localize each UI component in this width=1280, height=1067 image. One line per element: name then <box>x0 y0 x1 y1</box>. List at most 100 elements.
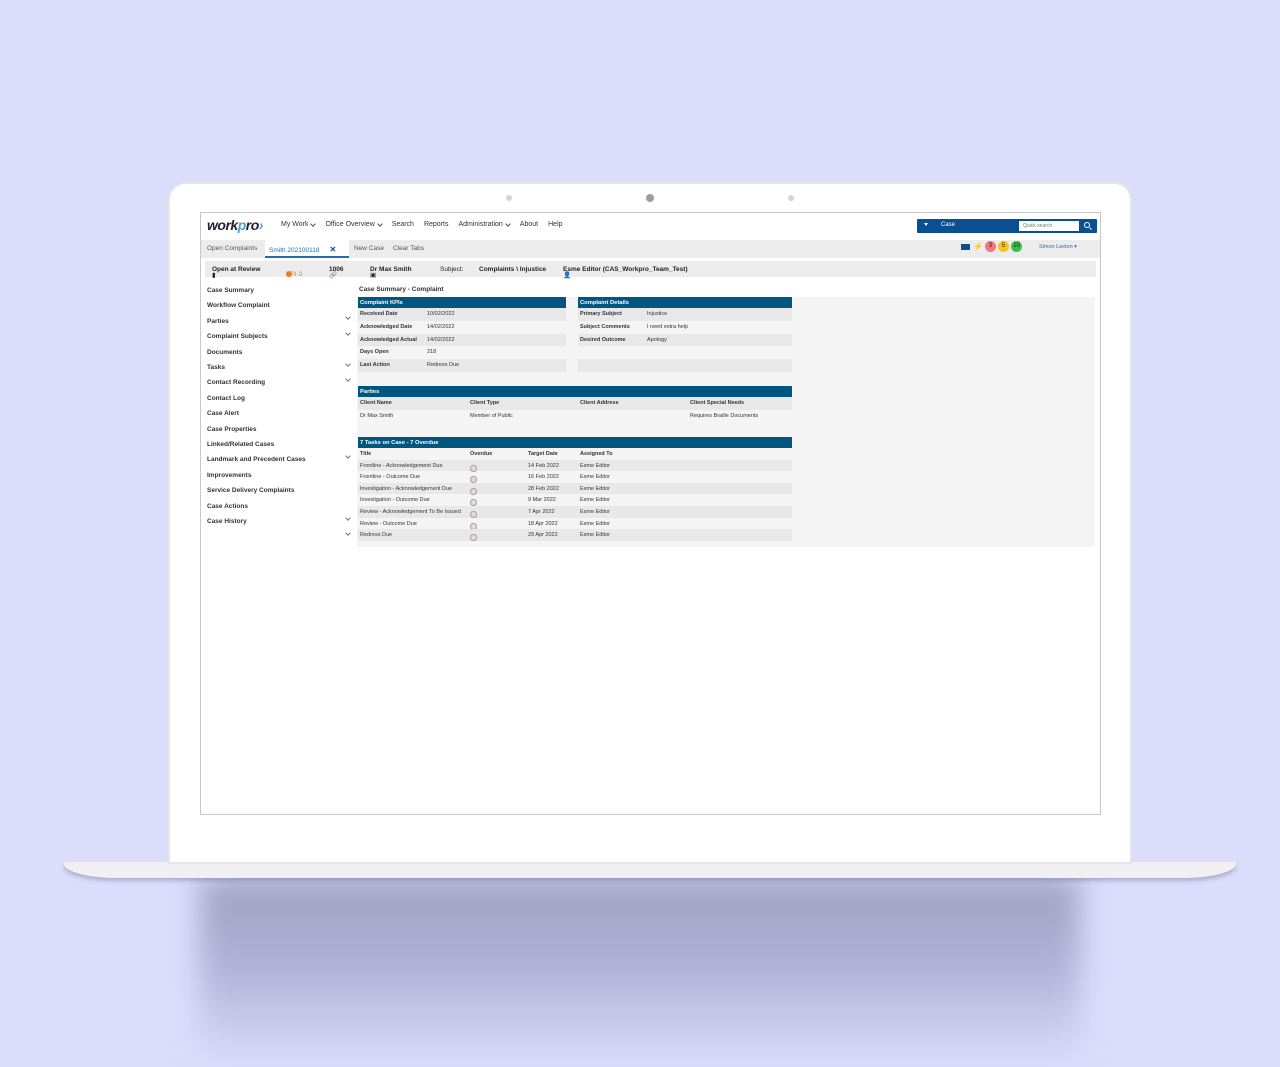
panel-heading: Complaint KPIs <box>358 297 566 308</box>
clipboard-icon: ▮ <box>212 271 216 279</box>
sensor-dot <box>788 195 794 201</box>
close-icon[interactable]: ✕ <box>329 245 336 254</box>
table-row[interactable]: Review - Acknowledgement To Be Issued7 A… <box>358 506 792 518</box>
column-header: Overdue <box>470 451 492 457</box>
sidebar-item[interactable]: Service Delivery Complaints <box>207 487 352 499</box>
table-header: Client NameClient TypeClient AddressClie… <box>358 397 792 410</box>
main-menu: My Work Office Overview Search Reports Admin… <box>281 221 563 228</box>
tab-smith-case[interactable]: Smith 202100118✕ <box>265 240 349 258</box>
sidebar-item[interactable]: Workflow Complaint <box>207 302 352 314</box>
search-icon[interactable] <box>1084 222 1090 228</box>
sidebar-item[interactable]: Contact Recording <box>207 379 352 391</box>
sidebar-item[interactable]: Contact Log <box>207 395 352 407</box>
nav-label: Administration <box>458 221 502 228</box>
table-row[interactable]: Dr Max SmithMember of PublicRequires Bra… <box>358 410 792 423</box>
column-header: Target Date <box>528 451 558 457</box>
laptop-shadow <box>200 878 1080 1067</box>
panel-heading: Complaint Details <box>578 297 792 308</box>
column-header: Client Address <box>580 400 619 406</box>
sidebar-item-label: Landmark and Precedent Cases <box>207 456 306 463</box>
panel-heading: 7 Tasks on Case - 7 Overdue <box>358 437 792 448</box>
nav-item[interactable]: Administration <box>458 221 509 228</box>
sidebar-item[interactable]: Improvements <box>207 472 352 484</box>
table-row[interactable]: Investigation - Acknowledgement Due28 Fe… <box>358 483 792 495</box>
field-label: Subject Comments <box>580 324 630 330</box>
table-row[interactable]: Review - Outcome Due18 Apr 2022Esme Edit… <box>358 518 792 530</box>
count-badge[interactable]: 3 <box>985 241 996 252</box>
table-row[interactable]: Frontline - Acknowledgement Due14 Feb 20… <box>358 460 792 472</box>
target-date: 16 Feb 2022 <box>528 474 559 480</box>
field-value: Redress Due <box>427 362 459 368</box>
assigned-to: Esme Editor <box>580 509 610 515</box>
nav-item[interactable]: About <box>520 221 538 228</box>
list-item: Primary SubjectInjustice <box>578 308 792 321</box>
sidebar-item[interactable]: Parties <box>207 318 352 330</box>
field-value: I need extra help <box>647 324 688 330</box>
envelope-icon[interactable] <box>961 244 970 250</box>
sidebar-item[interactable]: Tasks <box>207 364 352 376</box>
assigned-to: Esme Editor <box>580 497 610 503</box>
sidebar-item[interactable]: Case Properties <box>207 426 352 438</box>
sidebar-item-label: Service Delivery Complaints <box>207 487 294 494</box>
panel-heading: Parties <box>358 386 792 397</box>
field-label: Acknowledged Actual <box>360 337 417 343</box>
nav-item[interactable]: My Work <box>281 221 315 228</box>
nav-label: Office Overview <box>325 221 374 228</box>
tab-open-complaints[interactable]: Open Complaints <box>203 240 261 258</box>
sidebar-item-label: Linked/Related Cases <box>207 441 274 448</box>
sidebar-item[interactable]: Documents <box>207 349 352 361</box>
quick-search: Case <box>917 219 1097 233</box>
table-row[interactable]: Redress Due29 Apr 2022Esme Editor <box>358 529 792 541</box>
sidebar-item-label: Case Properties <box>207 426 257 433</box>
lightning-icon[interactable]: ⚡ <box>973 242 983 251</box>
field-value: 10/02/2022 <box>427 311 455 317</box>
page-title: Case Summary - Complaint <box>359 286 444 293</box>
field-label: Primary Subject <box>580 311 622 317</box>
table-row[interactable]: Frontline - Outcome Due16 Feb 2022Esme E… <box>358 471 792 483</box>
nav-item[interactable]: Reports <box>424 221 449 228</box>
sidebar-item[interactable]: Case Actions <box>207 503 352 515</box>
camera <box>646 194 654 202</box>
table-row[interactable]: Investigation - Outcome Due9 Mar 2022Esm… <box>358 494 792 506</box>
nav-item[interactable]: Help <box>548 221 562 228</box>
sidebar-item-label: Documents <box>207 349 242 356</box>
quick-search-input[interactable] <box>1019 221 1079 231</box>
sidebar-item[interactable]: Case Alert <box>207 410 352 422</box>
sidebar-item-label: Improvements <box>207 472 251 479</box>
list-item: Subject Comments I need extra help <box>578 321 792 334</box>
sidebar-item[interactable]: Complaint Subjects <box>207 333 352 345</box>
nav-item[interactable]: Office Overview <box>325 221 381 228</box>
target-date: 18 Apr 2022 <box>528 521 558 527</box>
scope-dropdown-icon[interactable] <box>924 223 928 226</box>
nav-item[interactable]: Search <box>392 221 414 228</box>
tab-clear-tabs[interactable]: Clear Tabs <box>389 240 428 258</box>
workpro-logo[interactable]: workpro› <box>207 217 263 233</box>
target-date: 28 Feb 2022 <box>528 486 559 492</box>
case-id: 🔗 1006 <box>329 266 343 273</box>
column-header: Title <box>360 451 371 457</box>
column-header: Client Name <box>360 400 392 406</box>
tab-new-case[interactable]: New Case <box>350 240 388 258</box>
sidebar-item[interactable]: Linked/Related Cases <box>207 441 352 453</box>
sidebar-item[interactable]: Case Summary <box>207 287 352 299</box>
list-item: Acknowledged Date14/02/2022 <box>358 321 566 334</box>
sidebar-item-label: Parties <box>207 318 229 325</box>
sidebar-item-label: Case Alert <box>207 410 239 417</box>
chevron-down-icon[interactable] <box>345 530 351 536</box>
count-badge[interactable]: 10 <box>1011 241 1022 252</box>
list-item: Desired OutcomeApology <box>578 334 792 347</box>
sensor-dot <box>506 195 512 201</box>
count-badge[interactable]: 5 <box>998 241 1009 252</box>
chevron-down-icon <box>505 221 511 227</box>
task-title: Frontline - Acknowledgement Due <box>360 463 443 469</box>
list-item <box>578 346 792 359</box>
field-label: Acknowledged Date <box>360 324 412 330</box>
sidebar-item[interactable]: Case History <box>207 518 352 530</box>
sidebar-item[interactable]: Landmark and Precedent Cases <box>207 456 352 468</box>
link-icon: 🔗 <box>329 271 337 279</box>
assigned-to: Esme Editor <box>580 486 610 492</box>
user-menu[interactable]: Simon Laxton ▾ <box>1039 244 1077 250</box>
list-item: Last ActionRedress Due <box>358 359 566 372</box>
search-scope[interactable]: Case <box>941 222 955 228</box>
nav-label: Reports <box>424 221 449 228</box>
